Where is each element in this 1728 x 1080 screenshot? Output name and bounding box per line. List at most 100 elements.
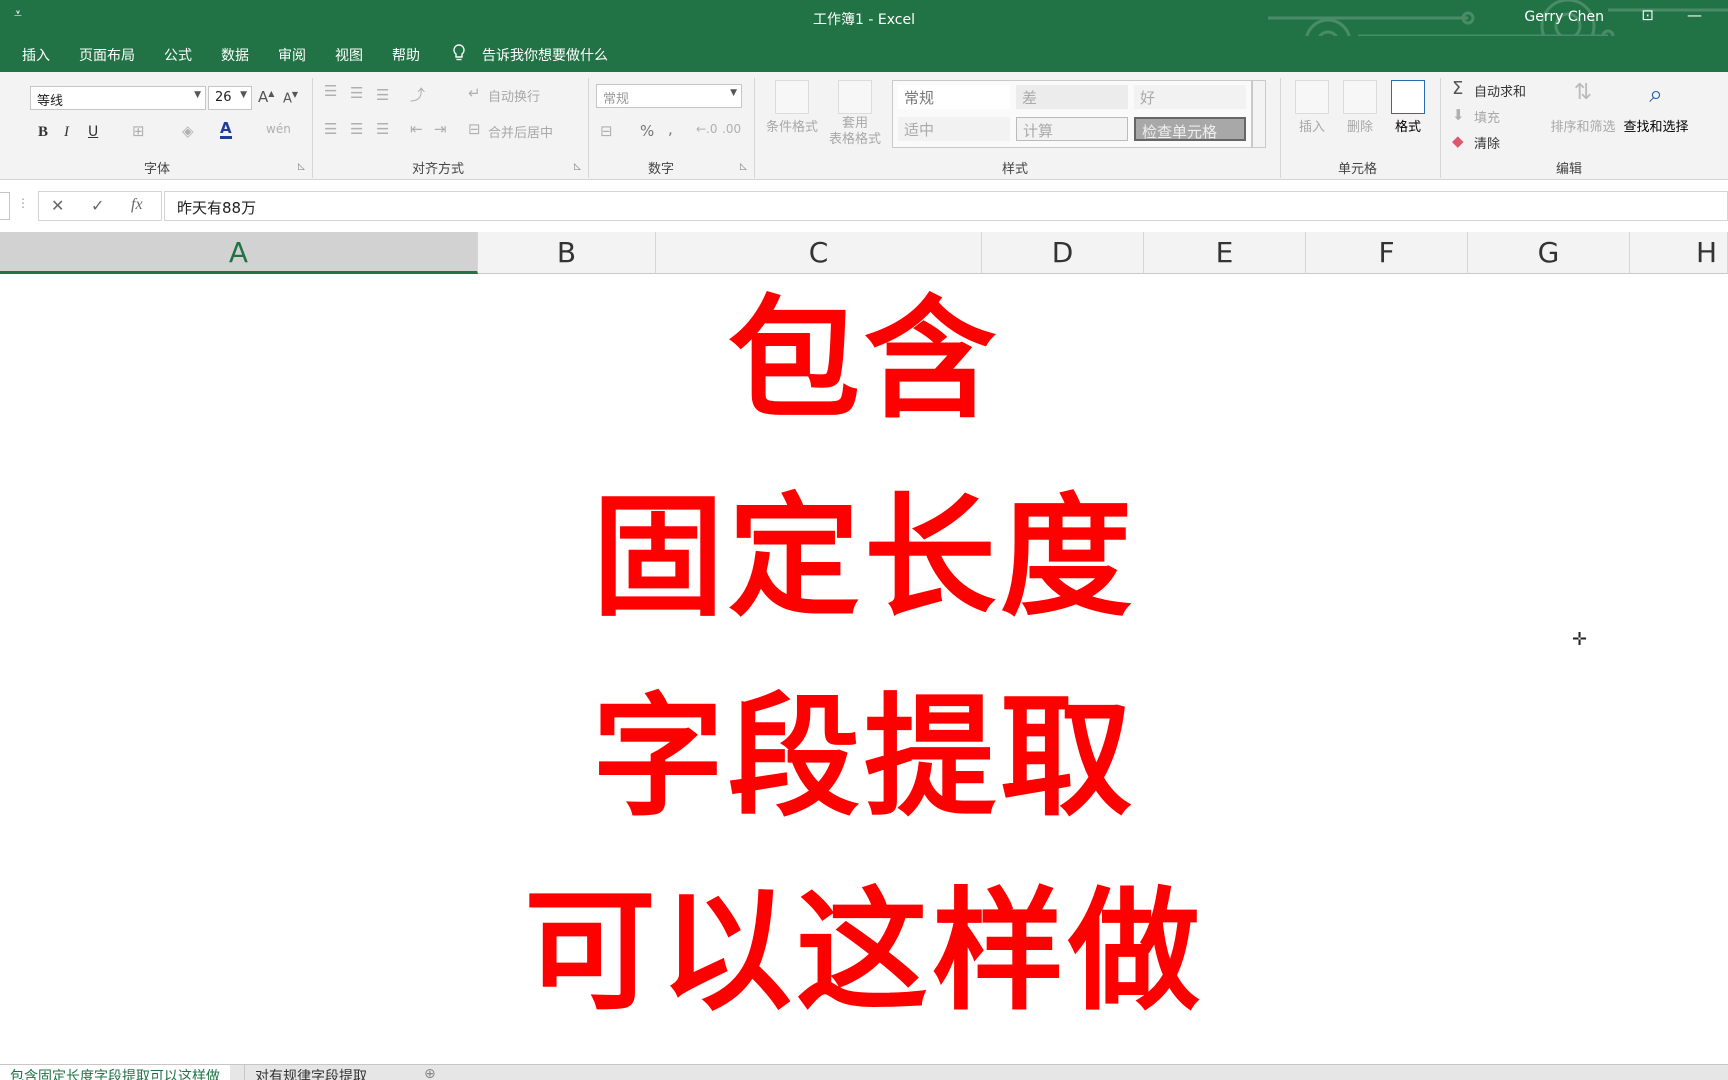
bold-button[interactable]: B bbox=[38, 124, 48, 141]
phonetic-guide-icon[interactable]: wén bbox=[266, 122, 291, 136]
column-header-h[interactable]: H bbox=[1630, 232, 1728, 274]
column-header-a[interactable]: A bbox=[0, 232, 478, 274]
tab-review[interactable]: 审阅 bbox=[278, 45, 306, 65]
eraser-icon[interactable]: ◆ bbox=[1452, 132, 1464, 150]
find-select-button[interactable]: ⌕ 查找和选择 bbox=[1620, 80, 1692, 135]
sort-filter-icon: ⇅ bbox=[1573, 80, 1593, 105]
style-calculation[interactable]: 计算 bbox=[1016, 117, 1128, 141]
accounting-format-icon[interactable]: ⊟ bbox=[600, 122, 613, 140]
number-dialog-launcher-icon[interactable]: ◺ bbox=[740, 162, 747, 172]
cell-select-cursor-icon: ✛ bbox=[1572, 629, 1588, 650]
clear-button[interactable]: 清除 bbox=[1474, 133, 1500, 152]
delete-cells-button[interactable]: 删除 bbox=[1338, 80, 1382, 135]
insert-cells-button[interactable]: 插入 bbox=[1290, 80, 1334, 135]
group-divider bbox=[1440, 78, 1441, 178]
align-bottom-icon[interactable]: ☰ bbox=[376, 86, 389, 104]
find-select-label: 查找和选择 bbox=[1623, 120, 1689, 135]
tell-me-search[interactable]: 告诉我你想要做什么 bbox=[482, 45, 608, 65]
fill-button[interactable]: 填充 bbox=[1474, 107, 1500, 126]
align-top-icon[interactable]: ☰ bbox=[324, 82, 337, 100]
wrap-text-button[interactable]: 自动换行 bbox=[488, 86, 540, 105]
cancel-entry-button[interactable]: ✕ bbox=[51, 196, 64, 215]
tab-view[interactable]: 视图 bbox=[335, 45, 363, 65]
drag-handle-icon[interactable]: ⋮ bbox=[17, 196, 29, 210]
fill-color-icon[interactable]: ◈ bbox=[182, 122, 194, 140]
sheet-tab-1[interactable]: 包含固定长度字段提取可以这样做 bbox=[0, 1065, 230, 1080]
ribbon-display-options-icon[interactable]: ⊡ bbox=[1641, 6, 1654, 24]
align-right-icon[interactable]: ☰ bbox=[376, 120, 389, 138]
insert-function-button[interactable]: fx bbox=[131, 196, 143, 214]
format-as-table-label-2: 表格格式 bbox=[828, 132, 881, 147]
tab-page-layout[interactable]: 页面布局 bbox=[79, 45, 135, 65]
align-middle-icon[interactable]: ☰ bbox=[350, 84, 363, 102]
decrease-decimal-icon[interactable]: .00 bbox=[722, 122, 741, 136]
increase-decimal-icon[interactable]: ←.0 bbox=[696, 122, 718, 136]
conditional-formatting-button[interactable]: 条件格式 bbox=[762, 80, 822, 135]
decrease-font-size-icon[interactable]: A▼ bbox=[283, 90, 298, 106]
column-header-c[interactable]: C bbox=[656, 232, 982, 274]
minimize-icon[interactable]: — bbox=[1687, 6, 1702, 24]
number-format-select[interactable]: 常规 ▼ bbox=[596, 84, 742, 108]
alignment-dialog-launcher-icon[interactable]: ◺ bbox=[574, 162, 581, 172]
fill-down-icon[interactable]: ⬇ bbox=[1452, 106, 1465, 124]
format-cells-button[interactable]: 格式 bbox=[1386, 80, 1430, 135]
number-group-label: 数字 bbox=[648, 162, 675, 177]
column-header-d[interactable]: D bbox=[982, 232, 1144, 274]
autosum-button[interactable]: 自动求和 bbox=[1474, 81, 1526, 100]
tab-help[interactable]: 帮助 bbox=[392, 45, 420, 65]
decrease-indent-icon[interactable]: ⇤ bbox=[410, 120, 423, 138]
group-divider bbox=[754, 78, 755, 178]
tab-formulas[interactable]: 公式 bbox=[164, 45, 192, 65]
worksheet-grid[interactable]: 包含 固定长度 字段提取 可以这样做 bbox=[0, 274, 1728, 1064]
title-bar: ⩡ 工作簿1 - Excel Gerry Chen ⊡ — bbox=[0, 0, 1728, 66]
autosum-icon[interactable]: Σ bbox=[1452, 78, 1463, 99]
increase-font-size-icon[interactable]: A▲ bbox=[258, 88, 274, 106]
ribbon: 等线 ▼ 26 ▼ A▲ A▼ B I U ⊞ ◈ A wén 字体 ◺ ☰ ☰ ☰… bbox=[0, 72, 1728, 180]
column-header-g[interactable]: G bbox=[1468, 232, 1630, 274]
group-divider bbox=[588, 78, 589, 178]
sort-filter-label: 排序和筛选 bbox=[1550, 120, 1616, 135]
new-sheet-icon[interactable]: ⊕ bbox=[414, 1065, 446, 1080]
merge-center-button[interactable]: 合并后居中 bbox=[488, 122, 553, 141]
sheet-tab-2[interactable]: 对有规律字段提取 bbox=[244, 1065, 377, 1080]
font-group-label: 字体 bbox=[144, 162, 171, 177]
align-center-icon[interactable]: ☰ bbox=[350, 120, 363, 138]
font-dialog-launcher-icon[interactable]: ◺ bbox=[298, 162, 305, 172]
underline-button[interactable]: U bbox=[88, 124, 98, 140]
tab-insert[interactable]: 插入 bbox=[22, 45, 50, 65]
format-as-table-button[interactable]: 套用 表格格式 bbox=[822, 80, 888, 148]
chevron-down-icon: ▼ bbox=[240, 90, 247, 100]
style-check-cell[interactable]: 检查单元格 bbox=[1134, 117, 1246, 141]
style-normal[interactable]: 常规 bbox=[898, 85, 1010, 109]
italic-button[interactable]: I bbox=[64, 124, 69, 141]
styles-group-label: 样式 bbox=[1002, 162, 1029, 177]
comma-style-button[interactable]: , bbox=[668, 120, 673, 138]
column-header-b[interactable]: B bbox=[478, 232, 656, 274]
editing-group-label: 编辑 bbox=[1556, 162, 1583, 177]
style-neutral[interactable]: 适中 bbox=[898, 117, 1010, 141]
conditional-formatting-icon bbox=[775, 80, 809, 114]
align-left-icon[interactable]: ☰ bbox=[324, 120, 337, 138]
format-as-table-label-1: 套用 bbox=[841, 116, 868, 131]
style-good[interactable]: 好 bbox=[1134, 85, 1246, 109]
formula-input[interactable]: 昨天有88万 bbox=[164, 191, 1728, 221]
name-box[interactable] bbox=[0, 192, 10, 220]
gallery-scroll[interactable] bbox=[1252, 80, 1266, 148]
sort-filter-button[interactable]: ⇅ 排序和筛选 bbox=[1548, 80, 1618, 135]
font-size-select[interactable]: 26 ▼ bbox=[208, 86, 252, 110]
user-name[interactable]: Gerry Chen bbox=[1524, 9, 1604, 25]
borders-icon[interactable]: ⊞ bbox=[132, 122, 145, 140]
font-name-select[interactable]: 等线 ▼ bbox=[30, 86, 206, 110]
tab-data[interactable]: 数据 bbox=[221, 45, 249, 65]
confirm-entry-button[interactable]: ✓ bbox=[91, 196, 104, 215]
merge-center-icon[interactable]: ⊟ bbox=[468, 120, 481, 138]
column-header-f[interactable]: F bbox=[1306, 232, 1468, 274]
percent-style-button[interactable]: % bbox=[640, 122, 654, 140]
font-color-icon[interactable]: A bbox=[220, 120, 232, 139]
column-header-e[interactable]: E bbox=[1144, 232, 1306, 274]
lightbulb-icon bbox=[453, 44, 465, 61]
style-bad[interactable]: 差 bbox=[1016, 85, 1128, 109]
increase-indent-icon[interactable]: ⇥ bbox=[434, 120, 447, 138]
orientation-icon[interactable]: ⤴ bbox=[410, 84, 425, 105]
wrap-text-icon[interactable]: ↵ bbox=[468, 84, 481, 102]
